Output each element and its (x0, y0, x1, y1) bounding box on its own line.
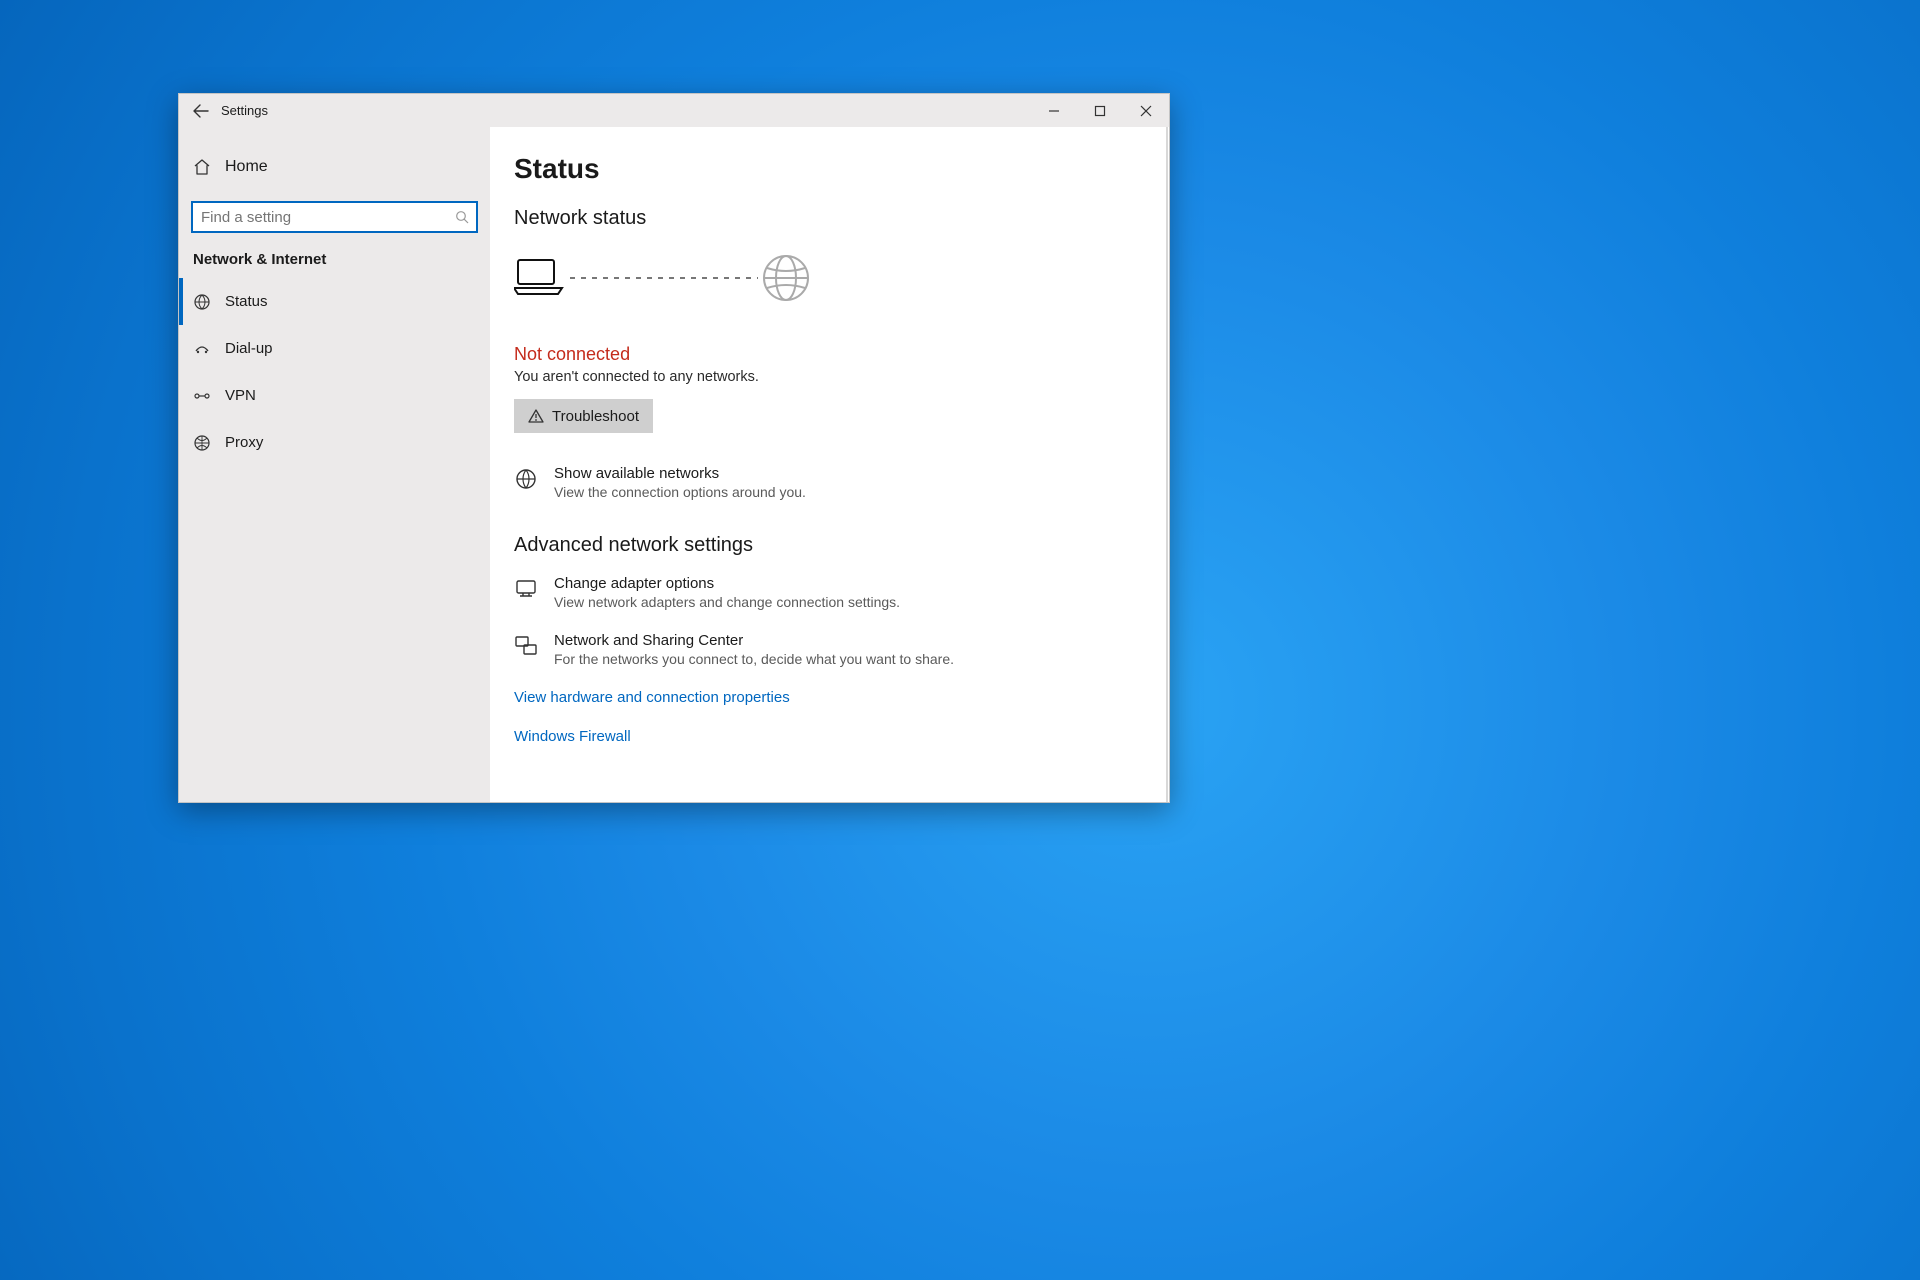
show-networks-title: Show available networks (554, 465, 806, 482)
sharing-title: Network and Sharing Center (554, 632, 954, 649)
sidebar-item-proxy[interactable]: Proxy (179, 419, 490, 466)
search-icon (448, 210, 476, 224)
window-body: Home Network & Internet Status Dial- (179, 127, 1169, 802)
close-icon (1140, 105, 1152, 117)
network-sharing-center[interactable]: Network and Sharing Center For the netwo… (514, 632, 1145, 667)
home-label: Home (225, 158, 268, 176)
window-title: Settings (221, 103, 268, 118)
back-button[interactable] (179, 94, 223, 127)
globe-wire-icon (193, 293, 211, 311)
scrollbar[interactable] (1166, 127, 1168, 802)
globe-outline-icon (514, 467, 538, 491)
page-title: Status (514, 153, 1145, 185)
search-input[interactable] (193, 209, 448, 226)
show-networks-sub: View the connection options around you. (554, 484, 806, 500)
search-box[interactable] (191, 201, 478, 233)
warning-icon (528, 408, 544, 424)
sidebar-item-vpn[interactable]: VPN (179, 372, 490, 419)
vpn-icon (193, 387, 211, 405)
sharing-sub: For the networks you connect to, decide … (554, 651, 954, 667)
home-icon (193, 158, 211, 176)
not-connected-sub: You aren't connected to any networks. (514, 369, 1145, 385)
show-available-networks[interactable]: Show available networks View the connect… (514, 465, 1145, 500)
minimize-button[interactable] (1031, 94, 1077, 127)
sidebar-item-label: Status (225, 293, 268, 310)
section-heading-network-status: Network status (514, 207, 1145, 230)
minimize-icon (1048, 105, 1060, 117)
not-connected-label: Not connected (514, 344, 1145, 365)
network-diagram (514, 248, 1145, 308)
content-area: Status Network status Not connected Yo (490, 127, 1169, 802)
maximize-icon (1094, 105, 1106, 117)
dialup-icon (193, 340, 211, 358)
adapter-title: Change adapter options (554, 575, 900, 592)
link-windows-firewall[interactable]: Windows Firewall (514, 728, 1145, 745)
home-button[interactable]: Home (179, 145, 490, 189)
back-arrow-icon (193, 103, 209, 119)
window-controls (1031, 94, 1169, 127)
adapter-icon (514, 577, 538, 601)
proxy-icon (193, 434, 211, 452)
sidebar-item-label: VPN (225, 387, 256, 404)
change-adapter-options[interactable]: Change adapter options View network adap… (514, 575, 1145, 610)
sidebar-item-status[interactable]: Status (179, 278, 490, 325)
troubleshoot-button[interactable]: Troubleshoot (514, 399, 653, 433)
maximize-button[interactable] (1077, 94, 1123, 127)
close-button[interactable] (1123, 94, 1169, 127)
troubleshoot-label: Troubleshoot (552, 408, 639, 425)
sharing-icon (514, 634, 538, 658)
sidebar: Home Network & Internet Status Dial- (179, 127, 490, 802)
adapter-sub: View network adapters and change connect… (554, 594, 900, 610)
category-heading: Network & Internet (193, 251, 490, 268)
titlebar: Settings (179, 94, 1169, 127)
sidebar-item-label: Proxy (225, 434, 263, 451)
sidebar-item-dialup[interactable]: Dial-up (179, 325, 490, 372)
link-hardware-properties[interactable]: View hardware and connection properties (514, 689, 1145, 706)
settings-window: Settings Home (178, 93, 1170, 803)
section-heading-advanced: Advanced network settings (514, 534, 1145, 557)
sidebar-item-label: Dial-up (225, 340, 273, 357)
